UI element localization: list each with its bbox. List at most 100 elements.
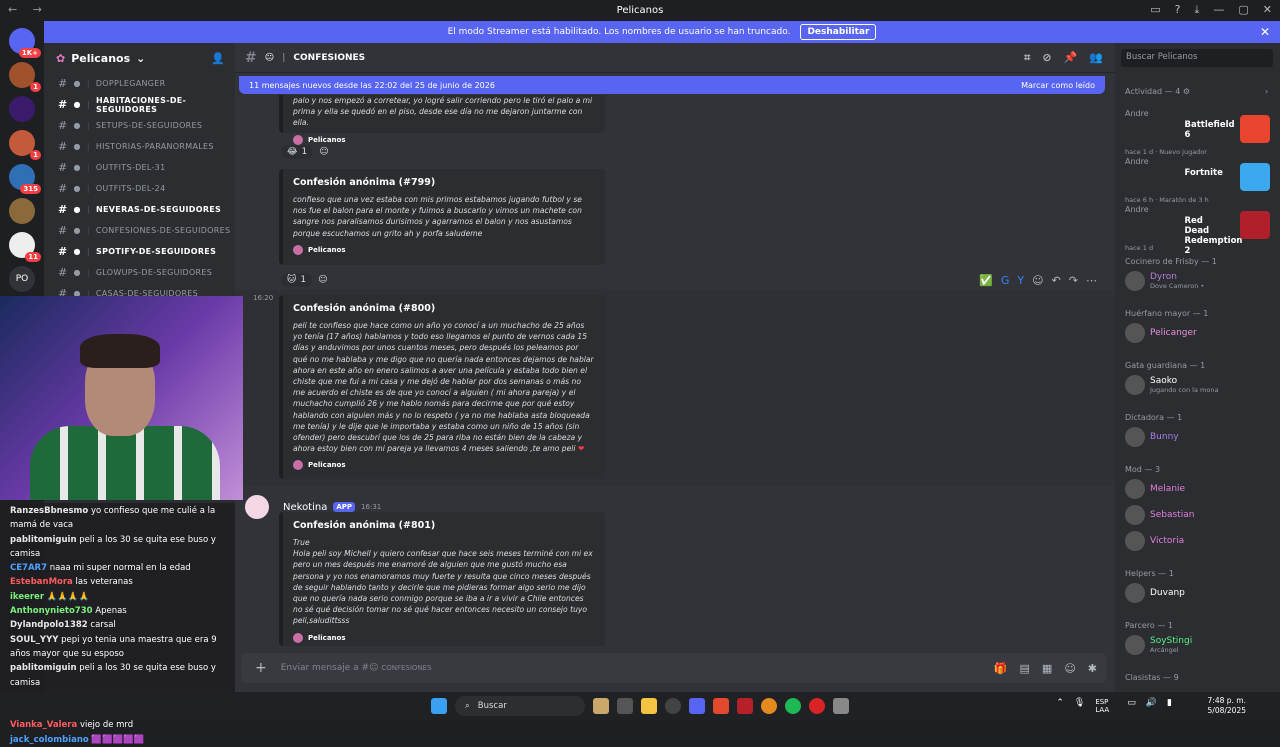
taskbar-search[interactable]: ⌕ Buscar xyxy=(455,696,585,716)
member-item[interactable]: Bunny xyxy=(1125,427,1179,447)
member-item[interactable]: Pelicanger xyxy=(1125,323,1197,343)
banner-text: El modo Streamer está habilitado. Los no… xyxy=(447,27,791,37)
member-item[interactable]: Victoria xyxy=(1125,531,1184,551)
channel-item[interactable]: # ● | confesiones-de-seguidores xyxy=(44,220,235,241)
new-messages-bar[interactable]: 11 mensajes nuevos desde las 22:02 del 2… xyxy=(239,76,1105,94)
member-item[interactable]: Dyron Dove Cameron • xyxy=(1125,271,1204,291)
channel-item[interactable]: # ● | habitaciones-de-seguidores xyxy=(44,94,235,115)
app-icon[interactable] xyxy=(809,698,825,714)
back-forward-icons[interactable]: ← → xyxy=(8,3,48,16)
add-reaction-icon[interactable]: ☺ xyxy=(318,275,327,285)
member-item[interactable]: Duvanp xyxy=(1125,583,1185,603)
chat-text: naaa mi super normal en la edad xyxy=(49,563,191,574)
members-icon: 👥 xyxy=(1089,51,1103,64)
channel-item[interactable]: # ● | spotify-de-seguidores xyxy=(44,241,235,262)
hashtag-icon: # xyxy=(58,140,68,153)
windows-start-icon[interactable] xyxy=(431,698,447,714)
discord-icon[interactable] xyxy=(689,698,705,714)
server-icon-3[interactable]: 1 xyxy=(9,130,41,160)
mark-as-read-button[interactable]: Marcar como leído xyxy=(1021,81,1095,90)
server-icon-po[interactable]: PO xyxy=(9,266,35,292)
chat-user: pablitomiguin xyxy=(10,663,77,674)
app-icon[interactable] xyxy=(737,698,753,714)
channel-item[interactable]: # ● | glowups-de-seguidores xyxy=(44,262,235,283)
role-header: Parcero — 1 xyxy=(1125,621,1173,630)
channel-emoji-icon: ● xyxy=(73,163,81,172)
volume-icon: 🔊 xyxy=(1145,698,1158,708)
window-controls[interactable]: ▭? ⤓ — ▢ ✕ xyxy=(1150,3,1272,17)
app-icon[interactable] xyxy=(761,698,777,714)
embed-body: confieso que una vez estaba con mis prim… xyxy=(293,195,582,238)
chat-line: pablitomiguin peli a los 30 se quita ese… xyxy=(10,661,225,690)
activity-game: Battlefield 6 xyxy=(1184,120,1235,140)
embed-801: Confesión anónima (#801) True Hola peli … xyxy=(279,512,605,646)
chat-user: CE7AR7 xyxy=(10,563,47,574)
header-toolbar[interactable]: ⌗ ⊘ 📌 👥 xyxy=(1024,51,1103,65)
timestamp: 16:31 xyxy=(361,503,382,511)
add-member-icon[interactable]: 👤 xyxy=(211,52,225,65)
message-composer[interactable]: + Enviar mensaje a #😐 confesiones 🎁 ▤ ▦ ☺ ✱ xyxy=(241,653,1107,683)
system-tray[interactable]: ⌃ 🎙 ESP LAA ▭ 🔊 ▮ xyxy=(1056,698,1172,714)
activity-card[interactable]: Andre Battlefield 6 hace 1 d · Nuevo jugad… xyxy=(1125,109,1270,156)
avatar xyxy=(1125,635,1145,655)
add-reaction-icon[interactable]: ☺ xyxy=(319,147,328,157)
avatar xyxy=(1125,427,1145,447)
activity-card[interactable]: Andre Fortnite hace 6 h · Maratón de 3 h xyxy=(1125,157,1270,204)
member-item[interactable]: Melanie xyxy=(1125,479,1185,499)
brave-icon[interactable] xyxy=(713,698,729,714)
avatar[interactable] xyxy=(245,495,269,519)
channel-item[interactable]: # ● | outfits-del-24 xyxy=(44,178,235,199)
member-status: Arcángel xyxy=(1150,646,1179,654)
disable-button[interactable]: Deshabilitar xyxy=(800,24,877,40)
server-header[interactable]: ✿ Pelicanos ⌄ 👤 xyxy=(44,43,235,73)
composer-tools[interactable]: 🎁 ▤ ▦ ☺ ✱ xyxy=(994,662,1097,675)
activity-card[interactable]: Andre Red Dead Redemption 2 hace 1 d xyxy=(1125,205,1270,256)
server-icon-1[interactable]: 1 xyxy=(9,62,41,92)
channel-item[interactable]: # ● | outfits-del-31 xyxy=(44,157,235,178)
chat-user: EstebanMora xyxy=(10,577,73,588)
composer-input[interactable]: Enviar mensaje a #😐 confesiones xyxy=(281,663,432,673)
channel-item[interactable]: # ● | setups-de-seguidores xyxy=(44,115,235,136)
reaction[interactable]: 😂 1 xyxy=(281,145,314,159)
mic-icon: 🎙 xyxy=(1073,698,1086,708)
channel-emoji-icon: ● xyxy=(73,79,81,88)
mute-icon: ⊘ xyxy=(1042,51,1052,64)
chat-text: 🟪🟪🟪🟪🟪 xyxy=(91,734,145,745)
spotify-icon[interactable] xyxy=(785,698,801,714)
member-item[interactable]: SoyStingi Arcángel xyxy=(1125,635,1192,655)
widgets-icon[interactable] xyxy=(593,698,609,714)
member-name: Victoria xyxy=(1150,536,1185,546)
download-icon: ⤓ xyxy=(1194,3,1200,16)
channel-item[interactable]: # ● | doppleganger xyxy=(44,73,235,94)
task-view-icon[interactable] xyxy=(617,698,633,714)
add-attachment-icon[interactable]: + xyxy=(255,660,267,676)
channel-item[interactable]: # ● | neveras-de-seguidores xyxy=(44,199,235,220)
role-header: Dictadora — 1 xyxy=(1125,413,1183,422)
emoji-icon: 😐 xyxy=(264,52,275,63)
member-item[interactable]: Sebastian xyxy=(1125,505,1194,525)
chat-line: pablitomiguin peli a los 30 se quita ese… xyxy=(10,533,225,562)
server-icon-6[interactable]: 11 xyxy=(9,232,41,262)
clock[interactable]: 7:48 p. m. 5/08/2025 xyxy=(1208,696,1246,716)
member-item[interactable]: Saoko Jugando con la mona xyxy=(1125,375,1218,395)
server-icon-2[interactable] xyxy=(9,96,35,122)
chrome-icon[interactable] xyxy=(665,698,681,714)
channel-item[interactable]: # ● | historias-paranormales xyxy=(44,136,235,157)
home-badge: 1K+ xyxy=(18,48,41,58)
message-actions[interactable]: ✅ G Y ☺ ↶ ↷ ⋯ xyxy=(979,274,1097,287)
message-list: palo y nos empezó a corretear, yo logré … xyxy=(235,95,1115,650)
file-explorer-icon[interactable] xyxy=(641,698,657,714)
author-name[interactable]: Nekotina xyxy=(283,502,327,513)
close-banner-icon[interactable]: ✕ xyxy=(1260,25,1270,39)
search-input[interactable]: Buscar Pelicanos xyxy=(1121,49,1273,67)
reactions[interactable]: 🐱 1 ☺ xyxy=(281,273,328,287)
server-icon-4[interactable]: 315 xyxy=(9,164,41,194)
app-icon[interactable] xyxy=(833,698,849,714)
home-icon[interactable]: 1K+ xyxy=(9,28,41,58)
channel-label: spotify-de-seguidores xyxy=(96,247,217,256)
reaction[interactable]: 🐱 1 xyxy=(281,273,313,287)
member-name: Melanie xyxy=(1150,484,1186,494)
reactions[interactable]: 😂 1 ☺ xyxy=(281,145,329,159)
pelicanos-icon xyxy=(293,632,303,643)
server-icon-5[interactable] xyxy=(9,198,35,224)
